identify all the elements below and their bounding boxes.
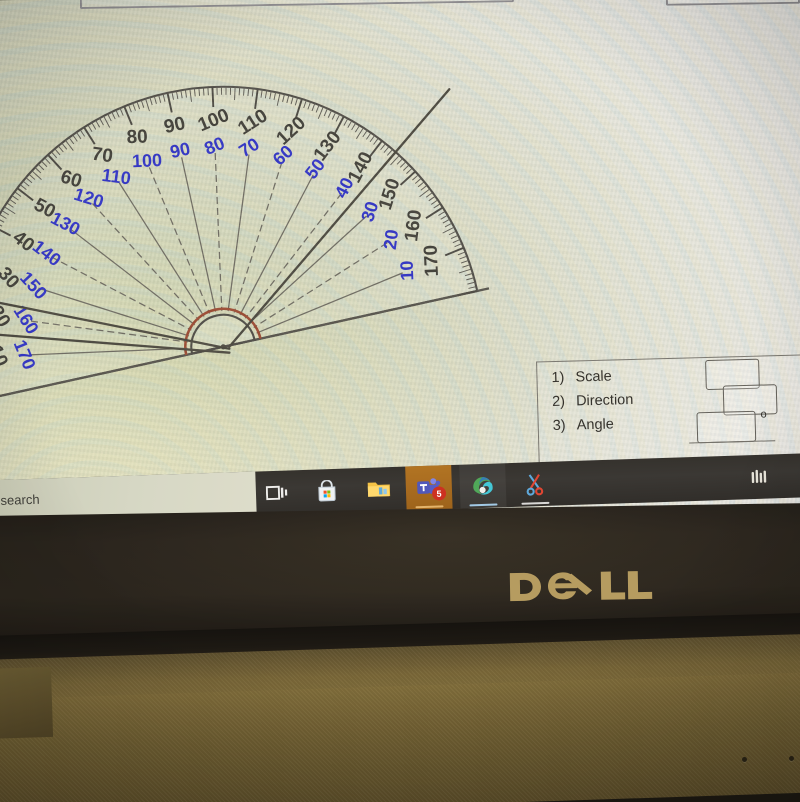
teams-badge: 5 <box>432 486 447 501</box>
question-number: 2) <box>551 393 566 411</box>
question-label: Scale <box>575 368 612 386</box>
svg-text:10: 10 <box>397 260 418 281</box>
question-number: 3) <box>552 417 566 435</box>
system-tray-icon[interactable] <box>749 466 770 487</box>
svg-text:170: 170 <box>421 244 443 277</box>
taskbar-active-indicator <box>415 504 444 509</box>
question-row-angle: 3) Angle <box>553 416 614 434</box>
svg-text:160: 160 <box>401 209 426 243</box>
svg-text:20: 20 <box>380 228 402 251</box>
question-row-scale: 1) Scale <box>551 368 612 386</box>
search-input-text: to search <box>0 491 40 509</box>
photo-canvas: 10 20 30 40 50 60 70 80 90 100 110 120 130 140 150 160 1… <box>0 0 800 802</box>
svg-text:90: 90 <box>168 138 192 162</box>
microsoft-edge-icon <box>473 477 493 495</box>
vent-hole <box>742 757 747 762</box>
laptop-screen: 10 20 30 40 50 60 70 80 90 100 110 120 130 140 150 160 1… <box>0 0 800 535</box>
svg-text:100: 100 <box>132 150 163 171</box>
question-row-direction: 2) Direction <box>552 392 634 410</box>
microsoft-store-icon <box>318 479 336 502</box>
deck-corner <box>0 666 54 740</box>
file-explorer-icon <box>367 482 391 497</box>
worksheet-top-box-right <box>665 0 800 6</box>
question-label: Angle <box>576 416 615 434</box>
taskbar-active-indicator <box>521 501 550 505</box>
svg-text:110: 110 <box>101 165 132 189</box>
taskbar-button-microsoft-teams[interactable]: 5 <box>405 465 453 511</box>
teams-badge-count: 5 <box>436 489 441 499</box>
question-number: 1) <box>551 369 565 387</box>
protractor: 10 20 30 40 50 60 70 80 90 100 110 120 130 140 150 160 1… <box>0 0 509 534</box>
taskbar-active-indicator <box>469 503 498 507</box>
degree-symbol: o <box>760 408 767 421</box>
svg-text:70: 70 <box>90 144 114 168</box>
question-box: 1) Scale 2) Direction 3) Angle o <box>536 353 800 468</box>
taskbar-button-file-explorer[interactable] <box>355 467 402 513</box>
taskbar-button-microsoft-store[interactable] <box>303 468 350 514</box>
task-view-icon <box>265 485 288 501</box>
svg-text:90: 90 <box>162 113 187 138</box>
question-label: Direction <box>575 391 634 410</box>
taskbar-button-snipping-tool[interactable] <box>511 462 558 508</box>
svg-text:80: 80 <box>126 126 148 148</box>
answer-box-angle[interactable] <box>696 410 757 444</box>
dell-logo <box>509 571 653 602</box>
taskbar-button-microsoft-edge[interactable] <box>459 463 507 509</box>
taskbar-button-task-view[interactable] <box>253 470 300 516</box>
vent-hole <box>789 756 794 761</box>
snipping-tool-icon <box>526 474 544 496</box>
